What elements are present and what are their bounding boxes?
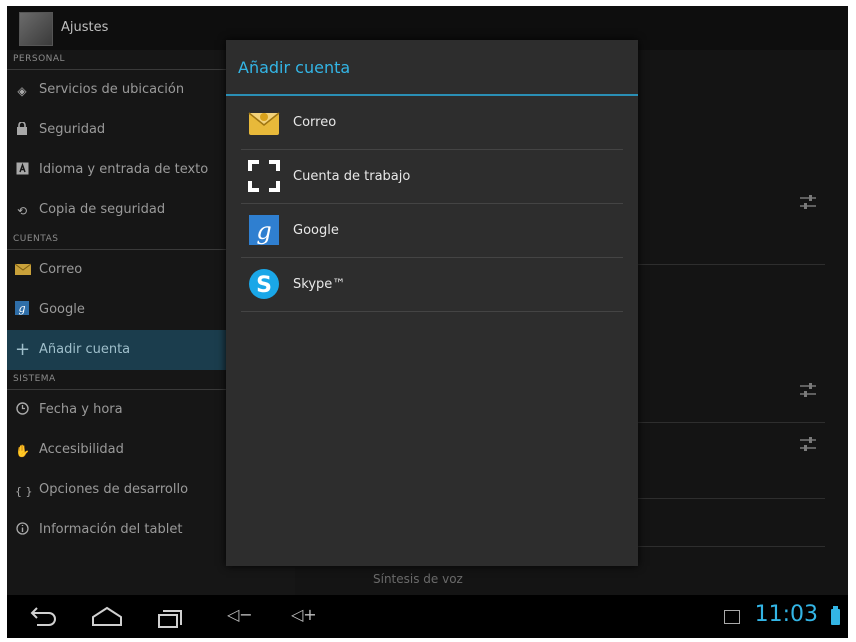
back-icon[interactable] <box>23 603 63 631</box>
lock-icon <box>15 121 29 136</box>
add-account-dialog: Añadir cuenta Correo Cuenta de trabajo g… <box>226 40 638 566</box>
account-option-correo[interactable]: Correo <box>241 96 623 150</box>
skype-icon: S <box>249 269 279 299</box>
account-option-google[interactable]: g Google <box>241 204 623 258</box>
sync-settings-icon[interactable] <box>799 436 817 452</box>
app-title: Ajustes <box>61 20 109 35</box>
svg-text:g: g <box>256 217 271 245</box>
info-icon <box>15 522 29 536</box>
sync-settings-icon[interactable] <box>799 194 817 210</box>
google-icon: g <box>15 301 29 315</box>
mail-icon <box>248 112 280 135</box>
work-account-icon <box>248 160 280 192</box>
tts-label: Síntesis de voz <box>373 572 463 586</box>
home-icon[interactable] <box>87 603 127 631</box>
volume-down-icon[interactable]: ◁− <box>227 605 253 624</box>
sync-settings-icon[interactable] <box>799 382 817 398</box>
mail-icon <box>14 262 32 276</box>
google-icon: g <box>249 215 279 245</box>
backup-icon: ⟲ <box>16 204 28 218</box>
svg-text:S: S <box>256 273 272 298</box>
clock-icon <box>15 402 29 416</box>
system-navigation-bar: ◁− ◁+ 11:03 <box>7 595 848 638</box>
account-option-skype[interactable]: S Skype™ <box>241 258 623 312</box>
volume-up-icon[interactable]: ◁+ <box>291 605 317 624</box>
location-icon: ◈ <box>17 84 27 98</box>
dialog-title: Añadir cuenta <box>226 40 638 96</box>
braces-icon: { } <box>15 485 33 498</box>
hand-icon: ✋ <box>15 444 30 458</box>
status-clock: 11:03 <box>754 602 818 627</box>
account-option-work[interactable]: Cuenta de trabajo <box>241 150 623 204</box>
battery-icon <box>831 606 840 625</box>
screenshot-notification-icon[interactable] <box>724 610 740 624</box>
settings-app-icon[interactable] <box>19 12 53 46</box>
tablet-screen: Ajustes PERSONAL ◈ Servicios de ubicación… <box>7 6 848 638</box>
recent-apps-icon[interactable] <box>151 603 191 631</box>
keyboard-icon <box>15 162 29 176</box>
svg-text:g: g <box>18 302 25 315</box>
plus-icon: + <box>15 339 31 360</box>
